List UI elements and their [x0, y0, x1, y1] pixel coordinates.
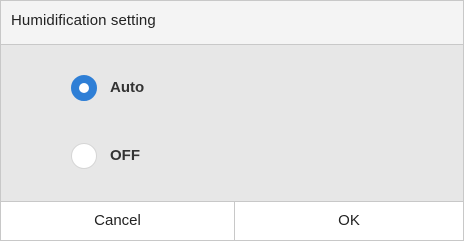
option-auto-label: Auto [110, 79, 145, 96]
dialog-header: Humidification setting [1, 1, 463, 45]
dialog-title: Humidification setting [11, 12, 156, 29]
radio-auto-checked-icon[interactable] [71, 75, 97, 101]
option-off[interactable]: OFF [71, 143, 271, 171]
humidification-dialog: Humidification setting Auto OFF Cancel O… [0, 0, 464, 241]
radio-off-unchecked-icon[interactable] [71, 143, 97, 169]
cancel-button[interactable]: Cancel [1, 202, 235, 240]
ok-button[interactable]: OK [235, 202, 463, 240]
dialog-body: Auto OFF [1, 45, 463, 201]
option-auto[interactable]: Auto [71, 75, 271, 103]
dialog-footer: Cancel OK [1, 201, 463, 240]
option-off-label: OFF [110, 147, 140, 164]
